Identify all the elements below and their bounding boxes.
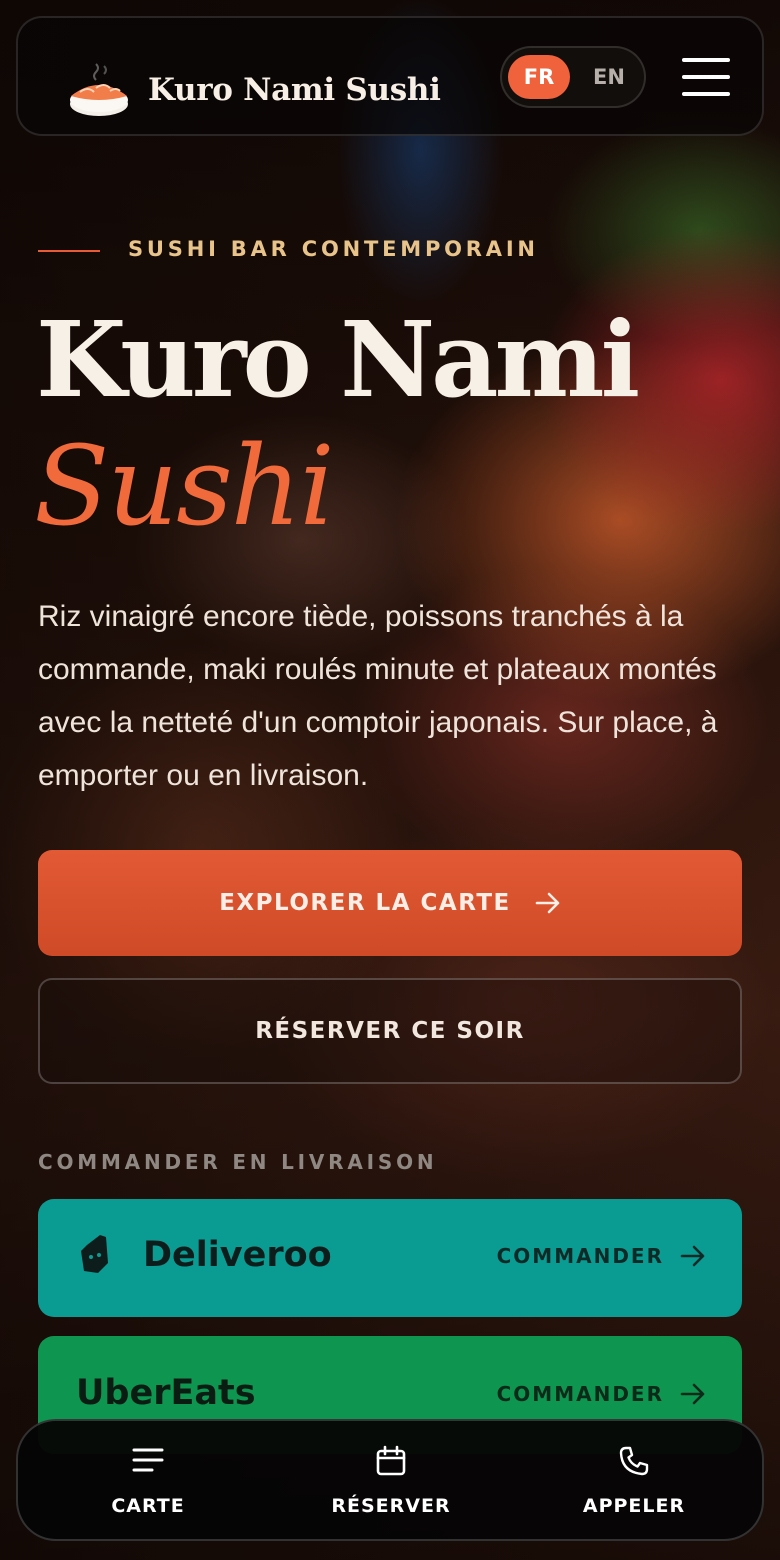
reserve-tonight-button[interactable]: RÉSERVER CE SOIR	[38, 978, 742, 1084]
nav-item-appeler[interactable]: APPELER	[534, 1421, 734, 1539]
eyebrow-divider	[38, 250, 100, 252]
explore-menu-label: EXPLORER LA CARTE	[219, 890, 511, 916]
nav-label-reserver: RÉSERVER	[331, 1495, 451, 1517]
delivery-section-label: COMMANDER EN LIVRAISON	[38, 1150, 438, 1174]
explore-menu-button[interactable]: EXPLORER LA CARTE	[38, 850, 742, 956]
deliveroo-order-link[interactable]: COMMANDER	[497, 1244, 706, 1268]
deliveroo-cta-label: COMMANDER	[496, 1244, 664, 1268]
arrow-right-icon	[680, 1245, 705, 1267]
sushi-logo-icon	[70, 63, 128, 116]
nav-item-reserver[interactable]: RÉSERVER	[291, 1421, 491, 1539]
arrow-right-icon	[680, 1383, 705, 1405]
deliveroo-order-card[interactable]: Deliveroo COMMANDER	[38, 1199, 742, 1317]
nav-label-carte: CARTE	[111, 1495, 185, 1517]
hamburger-menu-icon[interactable]	[682, 58, 730, 96]
arrow-right-icon	[535, 892, 560, 914]
hero-eyebrow: SUSHI BAR CONTEMPORAIN	[128, 237, 539, 261]
bottom-navigation: CARTE RÉSERVER APPELER	[16, 1419, 764, 1541]
lang-fr-button[interactable]: FR	[508, 55, 570, 99]
deliveroo-logo-icon	[81, 1235, 108, 1273]
calendar-icon	[376, 1445, 406, 1476]
deliveroo-name: Deliveroo	[143, 1235, 332, 1275]
nav-item-carte[interactable]: CARTE	[48, 1421, 248, 1539]
hero-title-line1: Kuro Nami	[36, 298, 640, 421]
menu-lines-icon	[132, 1448, 164, 1472]
lang-en-button[interactable]: EN	[578, 55, 640, 99]
phone-icon	[619, 1446, 649, 1476]
hero-title-line2: Sushi	[34, 422, 335, 550]
language-switcher: FR EN	[500, 46, 646, 108]
ubereats-order-link[interactable]: COMMANDER	[497, 1382, 706, 1406]
hero-description: Riz vinaigré encore tiède, poissons tran…	[38, 600, 718, 792]
ubereats-cta-label: COMMANDER	[496, 1382, 664, 1406]
brand-name[interactable]: Kuro Nami Sushi	[148, 72, 441, 108]
top-header: Kuro Nami Sushi FR EN	[16, 16, 764, 136]
nav-label-appeler: APPELER	[582, 1495, 686, 1517]
reserve-tonight-label: RÉSERVER CE SOIR	[255, 1018, 525, 1044]
ubereats-name: UberEats	[76, 1373, 256, 1413]
